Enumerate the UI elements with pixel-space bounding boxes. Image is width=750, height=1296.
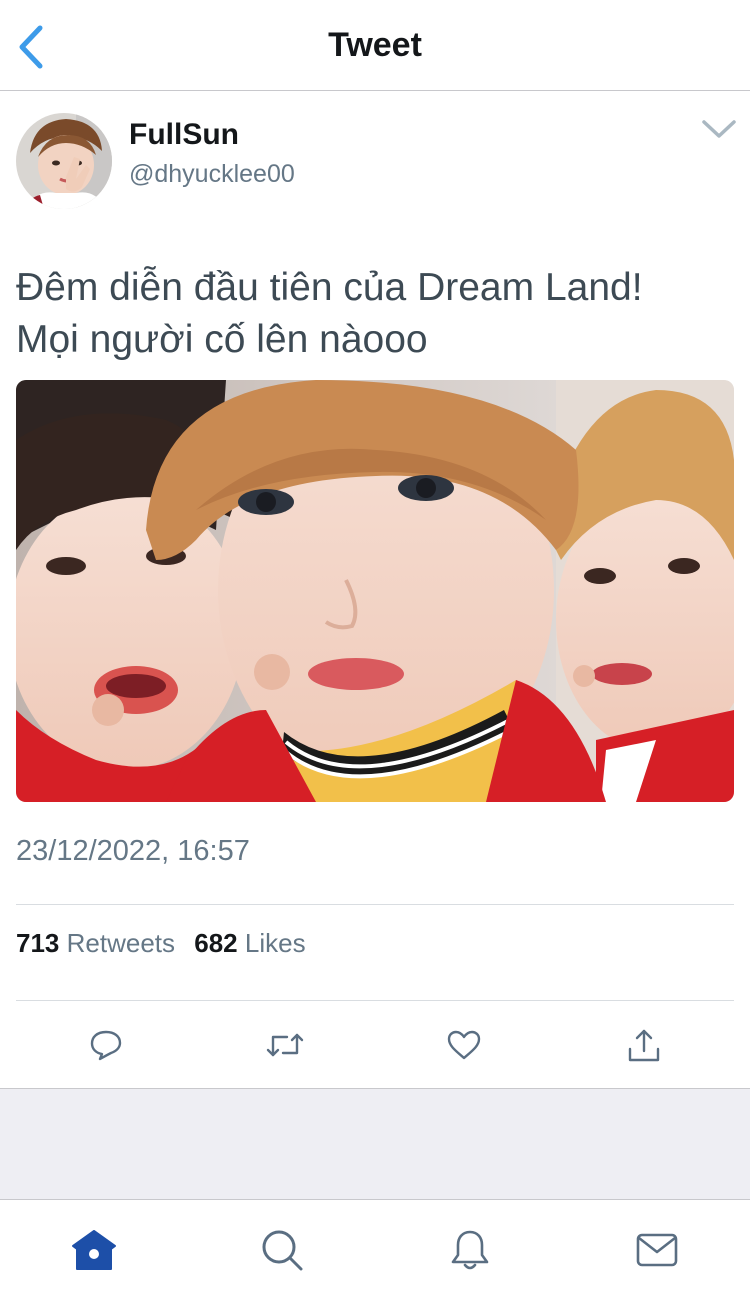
likes-label: Likes	[244, 928, 306, 958]
tweet-text: Đêm diễn đầu tiên của Dream Land! Mọi ng…	[16, 262, 736, 366]
likes-count: 682	[194, 928, 238, 958]
tweet-photo[interactable]	[16, 380, 734, 802]
search-icon	[262, 1230, 303, 1271]
divider	[16, 904, 734, 905]
avatar[interactable]	[16, 113, 112, 209]
tweet-actions	[0, 1022, 750, 1086]
tweet-text-line: Mọi người cố lên nàooo	[16, 318, 428, 361]
page-title: Tweet	[328, 26, 422, 64]
tweet-timestamp: 23/12/2022, 16:57	[16, 835, 250, 867]
retweets-count: 713	[16, 928, 60, 958]
chevron-down-icon	[702, 120, 736, 138]
tab-search[interactable]	[254, 1222, 310, 1278]
tweet-text-line: Đêm diễn đầu tiên của Dream Land!	[16, 266, 643, 309]
like-button[interactable]	[434, 1022, 494, 1068]
reply-button[interactable]	[76, 1022, 136, 1068]
more-options-button[interactable]	[700, 116, 738, 142]
navigation-header: Tweet	[0, 0, 750, 91]
tab-messages[interactable]	[629, 1222, 685, 1278]
retweet-icon	[266, 1033, 304, 1057]
notifications-icon	[451, 1230, 489, 1270]
retweet-button[interactable]	[255, 1022, 315, 1068]
reply-icon	[90, 1030, 122, 1061]
likes-stat[interactable]: 682 Likes	[194, 928, 305, 959]
tab-notifications[interactable]	[442, 1222, 498, 1278]
messages-icon	[636, 1233, 678, 1267]
like-icon	[447, 1030, 481, 1060]
empty-replies-area	[0, 1088, 750, 1200]
display-name[interactable]: FullSun	[129, 118, 239, 152]
tweet-stats: 713 Retweets 682 Likes	[16, 928, 318, 959]
retweets-stat[interactable]: 713 Retweets	[16, 928, 175, 959]
share-button[interactable]	[614, 1022, 674, 1068]
divider	[16, 1000, 734, 1001]
user-handle[interactable]: @dhyucklee00	[129, 160, 295, 189]
share-icon	[628, 1029, 660, 1062]
bottom-tab-bar	[0, 1200, 750, 1296]
tab-home[interactable]	[66, 1222, 122, 1278]
home-icon	[72, 1230, 116, 1270]
retweets-label: Retweets	[66, 928, 176, 958]
